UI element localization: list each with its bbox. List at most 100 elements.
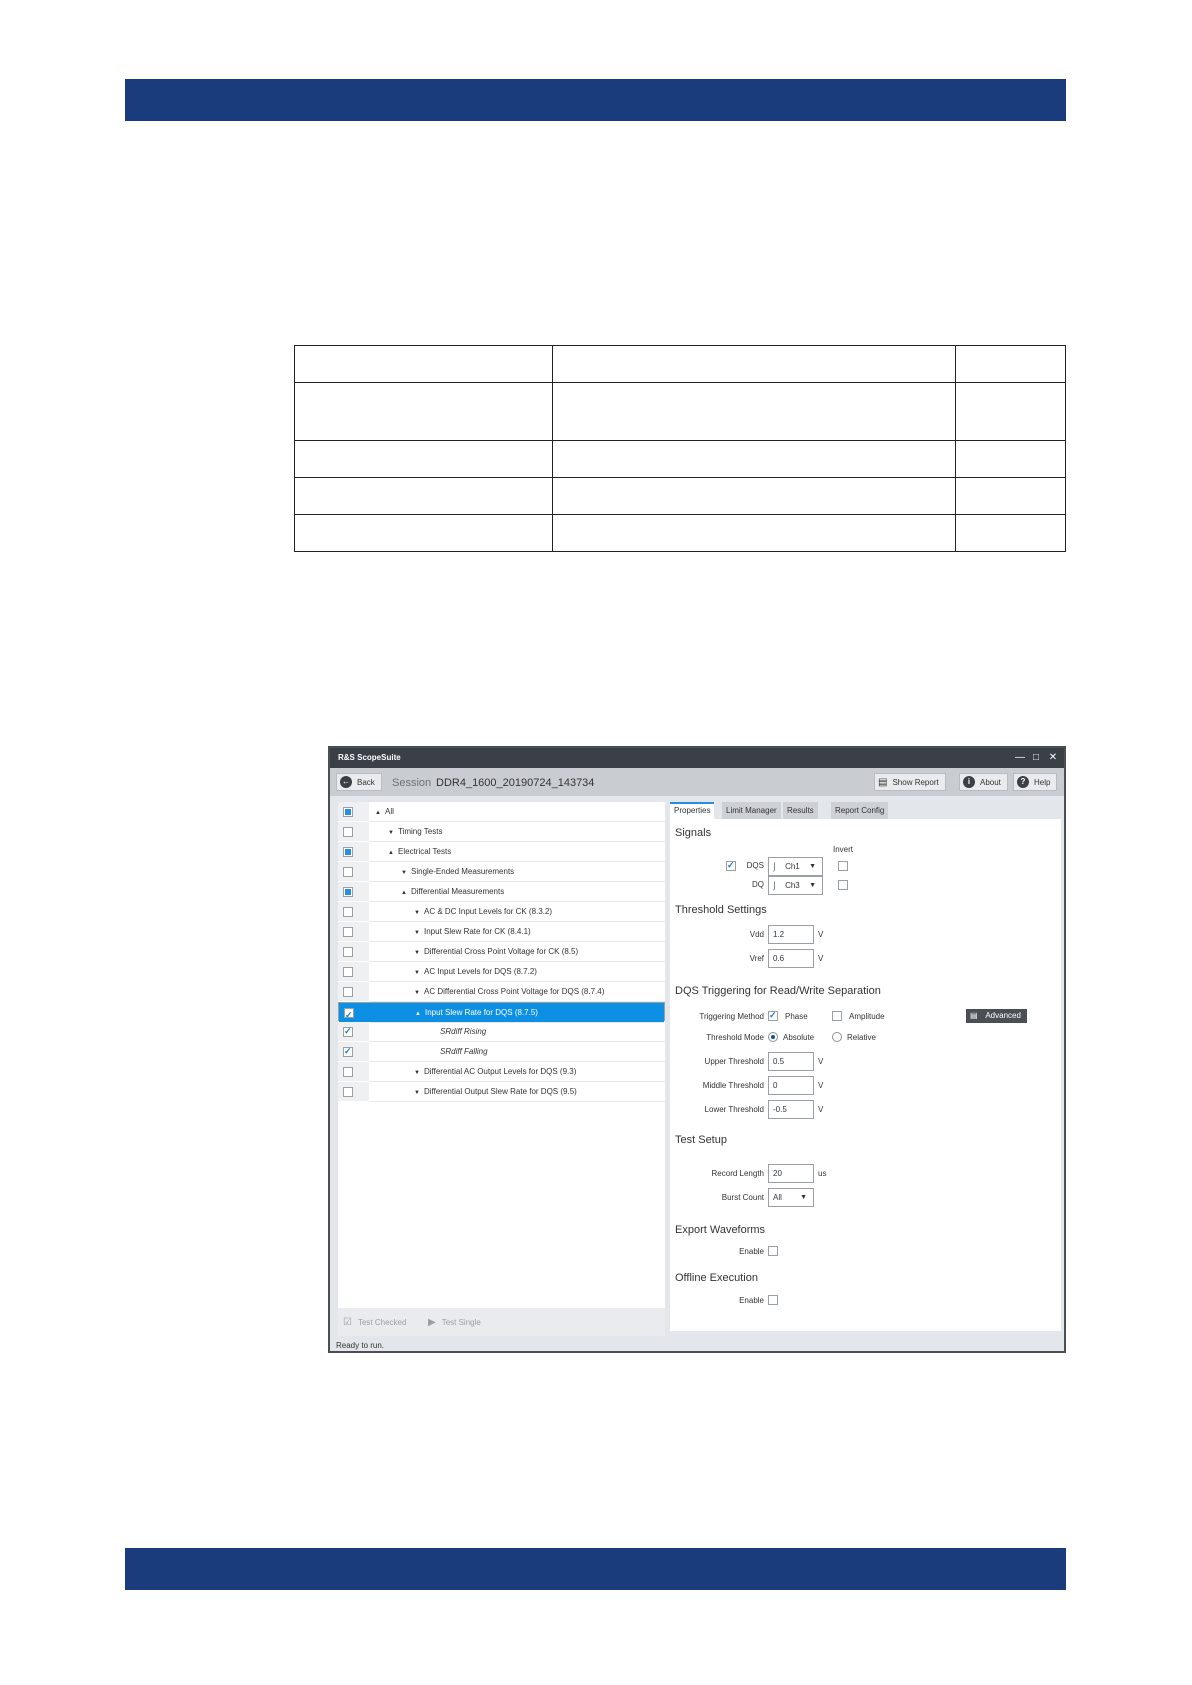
relative-radio[interactable] xyxy=(832,1032,842,1042)
tree-row[interactable]: ▲ All xyxy=(338,802,665,822)
expand-arrow-icon[interactable]: ▼ xyxy=(388,823,398,843)
tree-row[interactable]: ▲ Differential Measurements xyxy=(338,882,665,902)
tab-results[interactable]: Results xyxy=(783,802,818,819)
chevron-down-icon: ▼ xyxy=(809,863,816,870)
tree-row[interactable]: ▲ Electrical Tests xyxy=(338,842,665,862)
tree-checkbox[interactable] xyxy=(343,827,353,837)
tree-item[interactable]: ▼ AC Differential Cross Point Voltage for… xyxy=(369,982,665,1002)
tree-checkbox[interactable] xyxy=(343,1067,353,1077)
expand-arrow-icon[interactable]: ▼ xyxy=(414,1083,424,1103)
amplitude-checkbox[interactable] xyxy=(832,1011,842,1021)
maximize-icon[interactable]: □ xyxy=(1029,751,1043,765)
tree-checkbox-cell xyxy=(338,922,369,942)
close-icon[interactable]: ✕ xyxy=(1046,751,1060,765)
minimize-icon[interactable]: — xyxy=(1013,751,1027,765)
export-enable-checkbox[interactable] xyxy=(768,1246,778,1256)
tree-checkbox[interactable] xyxy=(343,1026,353,1037)
tree-item[interactable]: SRdiff Rising xyxy=(369,1022,665,1042)
test-single-button[interactable]: ▶ Test Single xyxy=(428,1314,481,1330)
tree-checkbox[interactable] xyxy=(343,927,353,937)
expand-arrow-icon[interactable]: ▼ xyxy=(401,863,411,883)
tree-row[interactable]: ▼ AC Differential Cross Point Voltage for… xyxy=(338,982,665,1002)
tree-checkbox[interactable] xyxy=(343,807,353,817)
expand-arrow-icon[interactable]: ▼ xyxy=(414,983,424,1003)
tree-item[interactable]: ▼ Input Slew Rate for CK (8.4.1) xyxy=(369,922,665,942)
tree-row[interactable]: ▼ Input Slew Rate for CK (8.4.1) xyxy=(338,922,665,942)
tab-limit-manager[interactable]: Limit Manager xyxy=(722,802,781,819)
tree-item[interactable]: ▼ Differential Cross Point Voltage for CK… xyxy=(369,942,665,962)
tree-item[interactable]: ▼ Single-Ended Measurements xyxy=(369,862,665,882)
collapse-arrow-icon[interactable]: ▲ xyxy=(401,883,411,903)
burst-count-select[interactable]: All ▼ xyxy=(768,1188,814,1207)
tree-row[interactable]: ▼ Differential Output Slew Rate for DQS (… xyxy=(338,1082,665,1102)
tree-item[interactable]: ▲ Input Slew Rate for DQS (8.7.5) xyxy=(370,1003,664,1023)
expand-arrow-icon[interactable]: ▼ xyxy=(414,1063,424,1083)
expand-arrow-icon[interactable]: ▼ xyxy=(414,903,424,923)
upper-threshold-input[interactable]: 0.5 xyxy=(768,1052,814,1071)
tree-row[interactable]: SRdiff Rising xyxy=(338,1022,665,1042)
triggering-method-label: Triggering Method xyxy=(699,1012,764,1021)
tree-item[interactable]: ▼ AC & DC Input Levels for CK (8.3.2) xyxy=(369,902,665,922)
offline-enable-checkbox[interactable] xyxy=(768,1295,778,1305)
tree-item[interactable]: ▲ All xyxy=(369,802,665,822)
tree-checkbox[interactable] xyxy=(343,1046,353,1057)
export-waveforms-title: Export Waveforms xyxy=(675,1224,766,1236)
tree-item[interactable]: ▲ Differential Measurements xyxy=(369,882,665,902)
record-length-input[interactable]: 20 xyxy=(768,1164,814,1183)
dqs-invert-checkbox[interactable] xyxy=(838,861,848,871)
vdd-input[interactable]: 1.2 xyxy=(768,925,814,944)
dq-channel-select[interactable]: ⌡ Ch3 ▼ xyxy=(768,876,823,895)
dqs-enable-checkbox[interactable] xyxy=(726,860,736,871)
tree-item[interactable]: ▼ Differential AC Output Levels for DQS (… xyxy=(369,1062,665,1082)
show-report-button[interactable]: ▤ Show Report xyxy=(874,773,946,791)
upper-threshold-unit: V xyxy=(818,1057,824,1066)
tree-checkbox[interactable] xyxy=(343,887,353,897)
tree-row[interactable]: ▼ AC & DC Input Levels for CK (8.3.2) xyxy=(338,902,665,922)
expand-arrow-icon[interactable]: ▼ xyxy=(414,943,424,963)
tree-item[interactable]: ▼ AC Input Levels for DQS (8.7.2) xyxy=(369,962,665,982)
about-button[interactable]: i About xyxy=(959,773,1008,791)
expand-arrow-icon[interactable]: ▼ xyxy=(414,923,424,943)
tree-item[interactable]: SRdiff Falling xyxy=(369,1042,665,1062)
tree-checkbox[interactable] xyxy=(343,907,353,917)
dq-invert-checkbox[interactable] xyxy=(838,880,848,890)
collapse-arrow-icon[interactable]: ▲ xyxy=(375,803,385,823)
table-row xyxy=(294,514,1066,552)
lower-threshold-input[interactable]: -0.5 xyxy=(768,1100,814,1119)
tree-item[interactable]: ▼ Timing Tests xyxy=(369,822,665,842)
tree-checkbox[interactable] xyxy=(343,847,353,857)
tree-item[interactable]: ▲ Electrical Tests xyxy=(369,842,665,862)
expand-arrow-icon[interactable]: ▼ xyxy=(414,963,424,983)
tree-checkbox[interactable] xyxy=(343,1087,353,1097)
dqs-channel-select[interactable]: ⌡ Ch1 ▼ xyxy=(768,857,823,876)
tree-checkbox[interactable] xyxy=(343,967,353,977)
tree-row[interactable]: ▼ Single-Ended Measurements xyxy=(338,862,665,882)
back-button[interactable]: ← Back xyxy=(336,773,382,791)
collapse-arrow-icon[interactable]: ▲ xyxy=(415,1004,425,1024)
advanced-button[interactable]: ▤ Advanced xyxy=(966,1009,1027,1023)
toolbar: ← Back Session DDR4_1600_20190724_143734… xyxy=(330,768,1064,796)
help-button[interactable]: ? Help xyxy=(1013,773,1058,791)
tree-row[interactable]: ▲Input Slew Rate for DQS (8.7.5) xyxy=(338,1002,665,1024)
tree-checkbox[interactable] xyxy=(343,987,353,997)
middle-threshold-input[interactable]: 0 xyxy=(768,1076,814,1095)
tree-checkbox-cell xyxy=(338,1082,369,1102)
vref-input[interactable]: 0.6 xyxy=(768,949,814,968)
tree-row[interactable]: ▼ Timing Tests xyxy=(338,822,665,842)
report-icon: ▤ xyxy=(878,776,888,788)
offline-enable-label: Enable xyxy=(739,1296,764,1305)
tab-properties[interactable]: Properties xyxy=(670,802,715,819)
absolute-radio[interactable] xyxy=(768,1032,778,1042)
tree-item[interactable]: ▼ Differential Output Slew Rate for DQS (… xyxy=(369,1082,665,1102)
tree-row[interactable]: ▼ Differential Cross Point Voltage for CK… xyxy=(338,942,665,962)
collapse-arrow-icon[interactable]: ▲ xyxy=(388,843,398,863)
tree-row[interactable]: ▼ Differential AC Output Levels for DQS (… xyxy=(338,1062,665,1082)
tree-row[interactable]: SRdiff Falling xyxy=(338,1042,665,1062)
tree-checkbox[interactable] xyxy=(344,1007,354,1024)
test-checked-button[interactable]: ☑ Test Checked xyxy=(343,1314,406,1330)
tab-report-config[interactable]: Report Config xyxy=(831,802,889,819)
tree-row[interactable]: ▼ AC Input Levels for DQS (8.7.2) xyxy=(338,962,665,982)
tree-checkbox[interactable] xyxy=(343,867,353,877)
tree-checkbox[interactable] xyxy=(343,947,353,957)
phase-checkbox[interactable] xyxy=(768,1010,778,1021)
